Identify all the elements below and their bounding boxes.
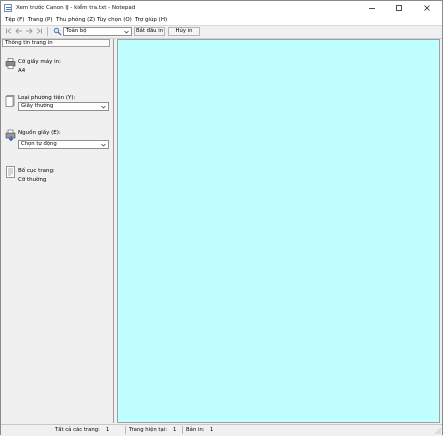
minimize-icon (369, 8, 375, 9)
page-layout-icon (5, 166, 16, 180)
status-bar: Tất cả các trang: 1 Trang hiện tại: 1 Bả… (1, 424, 442, 435)
chevron-down-icon (100, 141, 107, 148)
paper-source-select[interactable]: Chọn tự động (18, 140, 109, 149)
media-type-select[interactable]: Giấy thường (18, 102, 109, 111)
zoom-icon[interactable] (52, 27, 62, 36)
status-separator (182, 426, 183, 434)
preview-area[interactable] (117, 39, 440, 423)
menu-zoom[interactable]: Thu phóng (Z) (56, 17, 95, 23)
minimize-button[interactable] (358, 1, 386, 15)
toolbar-separator (47, 27, 48, 36)
menu-help[interactable]: Trợ giúp (H) (135, 17, 167, 23)
start-print-button[interactable]: Bắt đầu in (134, 27, 165, 36)
title-bar: Xem trước Canon IJ - kiểm tra.txt - Note… (1, 1, 442, 15)
window-title: Xem trước Canon IJ - kiểm tra.txt - Note… (16, 5, 136, 11)
media-type-label: Loại phương tiện (Y): (18, 95, 76, 101)
toolbar: Toàn bộ Bắt đầu in Hủy in (1, 25, 442, 39)
all-pages-value: 1 (106, 427, 110, 433)
copies-label: Bản in: (186, 427, 205, 433)
menu-page[interactable]: Trang (P) (28, 17, 53, 23)
paper-source-select-value: Chọn tự động (21, 141, 57, 147)
cancel-print-button[interactable]: Hủy in (168, 27, 200, 36)
page-layout-value: Cỡ thường (18, 177, 47, 183)
first-page-icon (6, 28, 12, 34)
menu-bar: Tệp (F) Trang (P) Thu phóng (Z) Tùy chọn… (1, 15, 442, 25)
media-type-select-value: Giấy thường (21, 103, 54, 109)
printer-paper-size-value: A4 (18, 68, 26, 74)
paper-source-icon (5, 129, 17, 143)
app-icon (4, 4, 12, 12)
paper-icon (5, 95, 16, 109)
zoom-select-value: Toàn bộ (66, 28, 87, 34)
current-page-label: Trang hiện tại: (129, 427, 167, 433)
last-page-button[interactable] (35, 27, 43, 38)
menu-options[interactable]: Tùy chọn (O) (97, 17, 132, 23)
maximize-icon (396, 5, 402, 11)
print-preview-window: Xem trước Canon IJ - kiểm tra.txt - Note… (0, 0, 443, 435)
close-button[interactable] (413, 1, 441, 15)
status-separator (125, 426, 126, 434)
arrow-right-icon (26, 28, 33, 34)
printer-paper-size-label: Cỡ giấy máy in: (18, 59, 61, 65)
close-icon (424, 5, 430, 11)
menu-file[interactable]: Tệp (F) (5, 17, 24, 23)
last-page-icon (36, 28, 42, 34)
previous-page-button[interactable] (15, 27, 23, 38)
paper-source-label: Nguồn giấy (E): (18, 130, 61, 136)
next-page-button[interactable] (25, 27, 33, 38)
zoom-select[interactable]: Toàn bộ (63, 27, 132, 36)
all-pages-label: Tất cả các trang: (55, 427, 100, 433)
chevron-down-icon (100, 103, 107, 110)
printer-icon (5, 58, 16, 71)
maximize-button[interactable] (385, 1, 413, 15)
chevron-down-icon (123, 28, 130, 35)
first-page-button[interactable] (5, 27, 13, 38)
panel-header: Thông tin trang in (2, 39, 110, 47)
page-layout-label: Bố cục trang: (18, 168, 55, 174)
copies-value: 1 (210, 427, 214, 433)
resize-grip-icon[interactable] (434, 427, 441, 434)
arrow-left-icon (15, 28, 22, 34)
current-page-value: 1 (173, 427, 177, 433)
print-info-panel: Thông tin trang in Cỡ giấy máy in: A4 Lo… (1, 39, 114, 423)
